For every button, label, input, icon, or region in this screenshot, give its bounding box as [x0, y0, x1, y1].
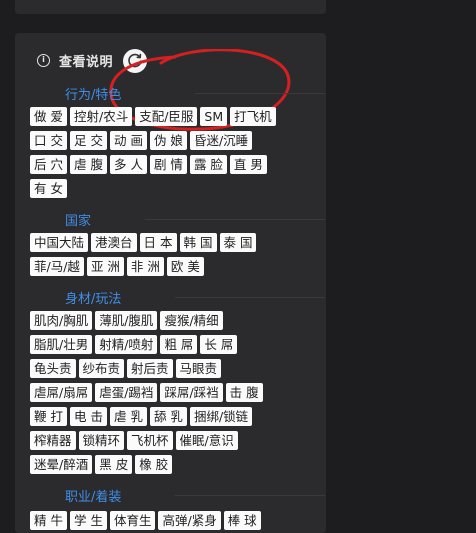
- section-divider: [175, 297, 325, 298]
- tag-chip[interactable]: 非 洲: [126, 257, 164, 276]
- tag-chip[interactable]: 泰 国: [219, 233, 257, 252]
- tag-chip[interactable]: 锁精环: [78, 431, 125, 450]
- tag-chip[interactable]: 电 击: [69, 407, 107, 426]
- tag-chip[interactable]: 虐蛋/踢裆: [95, 383, 158, 402]
- tag-chip[interactable]: 高弹/紧身: [158, 511, 221, 530]
- section-title: 身材/玩法: [65, 292, 122, 307]
- tag-chip[interactable]: 精 牛: [30, 511, 67, 530]
- previous-card: [15, 0, 326, 14]
- info-icon: i: [37, 53, 50, 67]
- tag-chip[interactable]: 后 穴: [30, 155, 67, 174]
- tag-chip[interactable]: 亚 洲: [86, 257, 124, 276]
- tag-chip[interactable]: 射精/喷射: [95, 335, 158, 354]
- tag-chip[interactable]: 脂肌/壮男: [30, 335, 93, 354]
- tag-chip[interactable]: 马眼责: [175, 359, 222, 378]
- tag-row: 中国大陆 港澳台日 本韩 国泰 国: [30, 233, 259, 252]
- section-divider: [195, 93, 325, 94]
- tag-chip[interactable]: 射后责: [127, 359, 173, 378]
- refresh-button[interactable]: [123, 49, 147, 73]
- tag-chip[interactable]: 动 画: [109, 131, 147, 150]
- tag-chip[interactable]: 口 交: [30, 131, 67, 150]
- tag-chip[interactable]: 控射/农斗: [69, 107, 133, 126]
- tag-chip[interactable]: 学 生: [69, 511, 107, 530]
- tag-chip[interactable]: 伪 娘: [149, 131, 187, 150]
- tag-row: 精 牛学 生体育生 高弹/紧身棒 球: [30, 511, 264, 530]
- tag-chip[interactable]: 瘦猴/精细: [160, 311, 223, 330]
- tag-chip[interactable]: 催眠/意识: [175, 431, 238, 450]
- section-divider: [175, 495, 325, 496]
- tag-chip[interactable]: 肌肉/胸肌: [30, 311, 93, 330]
- tag-chip[interactable]: 虐屌/扇屌: [30, 383, 93, 402]
- tag-chip[interactable]: 体育生: [109, 511, 156, 530]
- tag-chip[interactable]: 长 屌: [200, 335, 238, 354]
- tag-chip[interactable]: 支配/臣服: [135, 107, 198, 126]
- section-divider: [145, 219, 325, 220]
- tag-row: 脂肌/壮男 射精/喷射粗 屌长 屌: [30, 335, 240, 354]
- tag-chip[interactable]: 欧 美: [166, 257, 204, 276]
- tag-chip[interactable]: 虐 乳: [109, 407, 147, 426]
- tag-chip[interactable]: 日 本: [139, 233, 177, 252]
- tag-chip[interactable]: 有 女: [30, 179, 67, 198]
- tag-chip[interactable]: 港澳台: [91, 233, 137, 252]
- tag-chip[interactable]: 橡 胶: [135, 455, 173, 474]
- section-title: 职业/着装: [65, 490, 122, 505]
- tag-row: 口 交足 交动 画伪 娘昏迷/沉睡: [30, 131, 255, 150]
- tag-row: 有 女: [30, 179, 70, 198]
- tag-chip[interactable]: 韩 国: [179, 233, 217, 252]
- section-title: 国家: [65, 214, 92, 229]
- tag-chip[interactable]: 昏迷/沉睡: [189, 131, 253, 150]
- info-row[interactable]: i 查看说明: [37, 48, 113, 72]
- tag-chip[interactable]: 剧 情: [149, 155, 187, 174]
- tag-chip[interactable]: 飞机杯: [127, 431, 173, 450]
- tag-row: 肌肉/胸肌 薄肌/腹肌 瘦猴/精细: [30, 311, 226, 330]
- tag-chip[interactable]: 直 男: [229, 155, 267, 174]
- tag-chip[interactable]: 菲/马/越: [30, 257, 84, 276]
- tag-chip[interactable]: 足 交: [69, 131, 107, 150]
- tag-chip[interactable]: 露 脸: [189, 155, 227, 174]
- tag-chip[interactable]: SM: [200, 107, 228, 126]
- tag-chip[interactable]: 迷晕/醉酒: [30, 455, 93, 474]
- tag-chip[interactable]: 薄肌/腹肌: [95, 311, 158, 330]
- tag-row: 龟头责 纱布责 射后责 马眼责: [30, 359, 224, 378]
- refresh-icon: [128, 53, 142, 68]
- tag-chip[interactable]: 做 爱: [30, 107, 67, 126]
- tag-chip[interactable]: 黑 皮: [95, 455, 133, 474]
- tag-chip[interactable]: 多 人: [109, 155, 147, 174]
- tag-chip[interactable]: 鞭 打: [30, 407, 67, 426]
- tag-chip[interactable]: 榨精器: [30, 431, 76, 450]
- tag-chip[interactable]: 虐 腹: [69, 155, 107, 174]
- tag-chip[interactable]: 粗 屌: [160, 335, 198, 354]
- tag-row: 鞭 打电 击虐 乳舔 乳捆绑/锁链: [30, 407, 255, 426]
- tag-chip[interactable]: 纱布责: [78, 359, 125, 378]
- tag-filter-panel: i 查看说明 行为/特色做 爱控射/农斗 支配/臣服 SM 打飞机口 交足 交动 画伪…: [15, 33, 326, 533]
- tag-row: 迷晕/醉酒黑 皮橡 胶: [30, 455, 175, 474]
- tag-chip[interactable]: 捆绑/锁链: [189, 407, 253, 426]
- tag-chip[interactable]: 舔 乳: [149, 407, 187, 426]
- tag-row: 榨精器 锁精环 飞机杯 催眠/意识: [30, 431, 241, 450]
- tag-chip[interactable]: 击 腹: [225, 383, 263, 402]
- tag-chip[interactable]: 打飞机: [230, 107, 276, 126]
- tag-chip[interactable]: 棒 球: [223, 511, 261, 530]
- tag-chip[interactable]: 中国大陆: [30, 233, 89, 252]
- info-label: 查看说明: [59, 54, 114, 70]
- tag-chip[interactable]: 龟头责: [30, 359, 76, 378]
- tag-row: 后 穴虐 腹多 人剧 情露 脸直 男: [30, 155, 270, 174]
- tag-row: 菲/马/越亚 洲非 洲欧 美: [30, 257, 207, 276]
- tag-row: 虐屌/扇屌 虐蛋/踢裆 踩屌/踩裆击 腹: [30, 383, 266, 402]
- tag-row: 做 爱控射/农斗 支配/臣服 SM 打飞机: [30, 107, 279, 126]
- tag-chip[interactable]: 踩屌/踩裆: [160, 383, 223, 402]
- section-title: 行为/特色: [65, 88, 122, 103]
